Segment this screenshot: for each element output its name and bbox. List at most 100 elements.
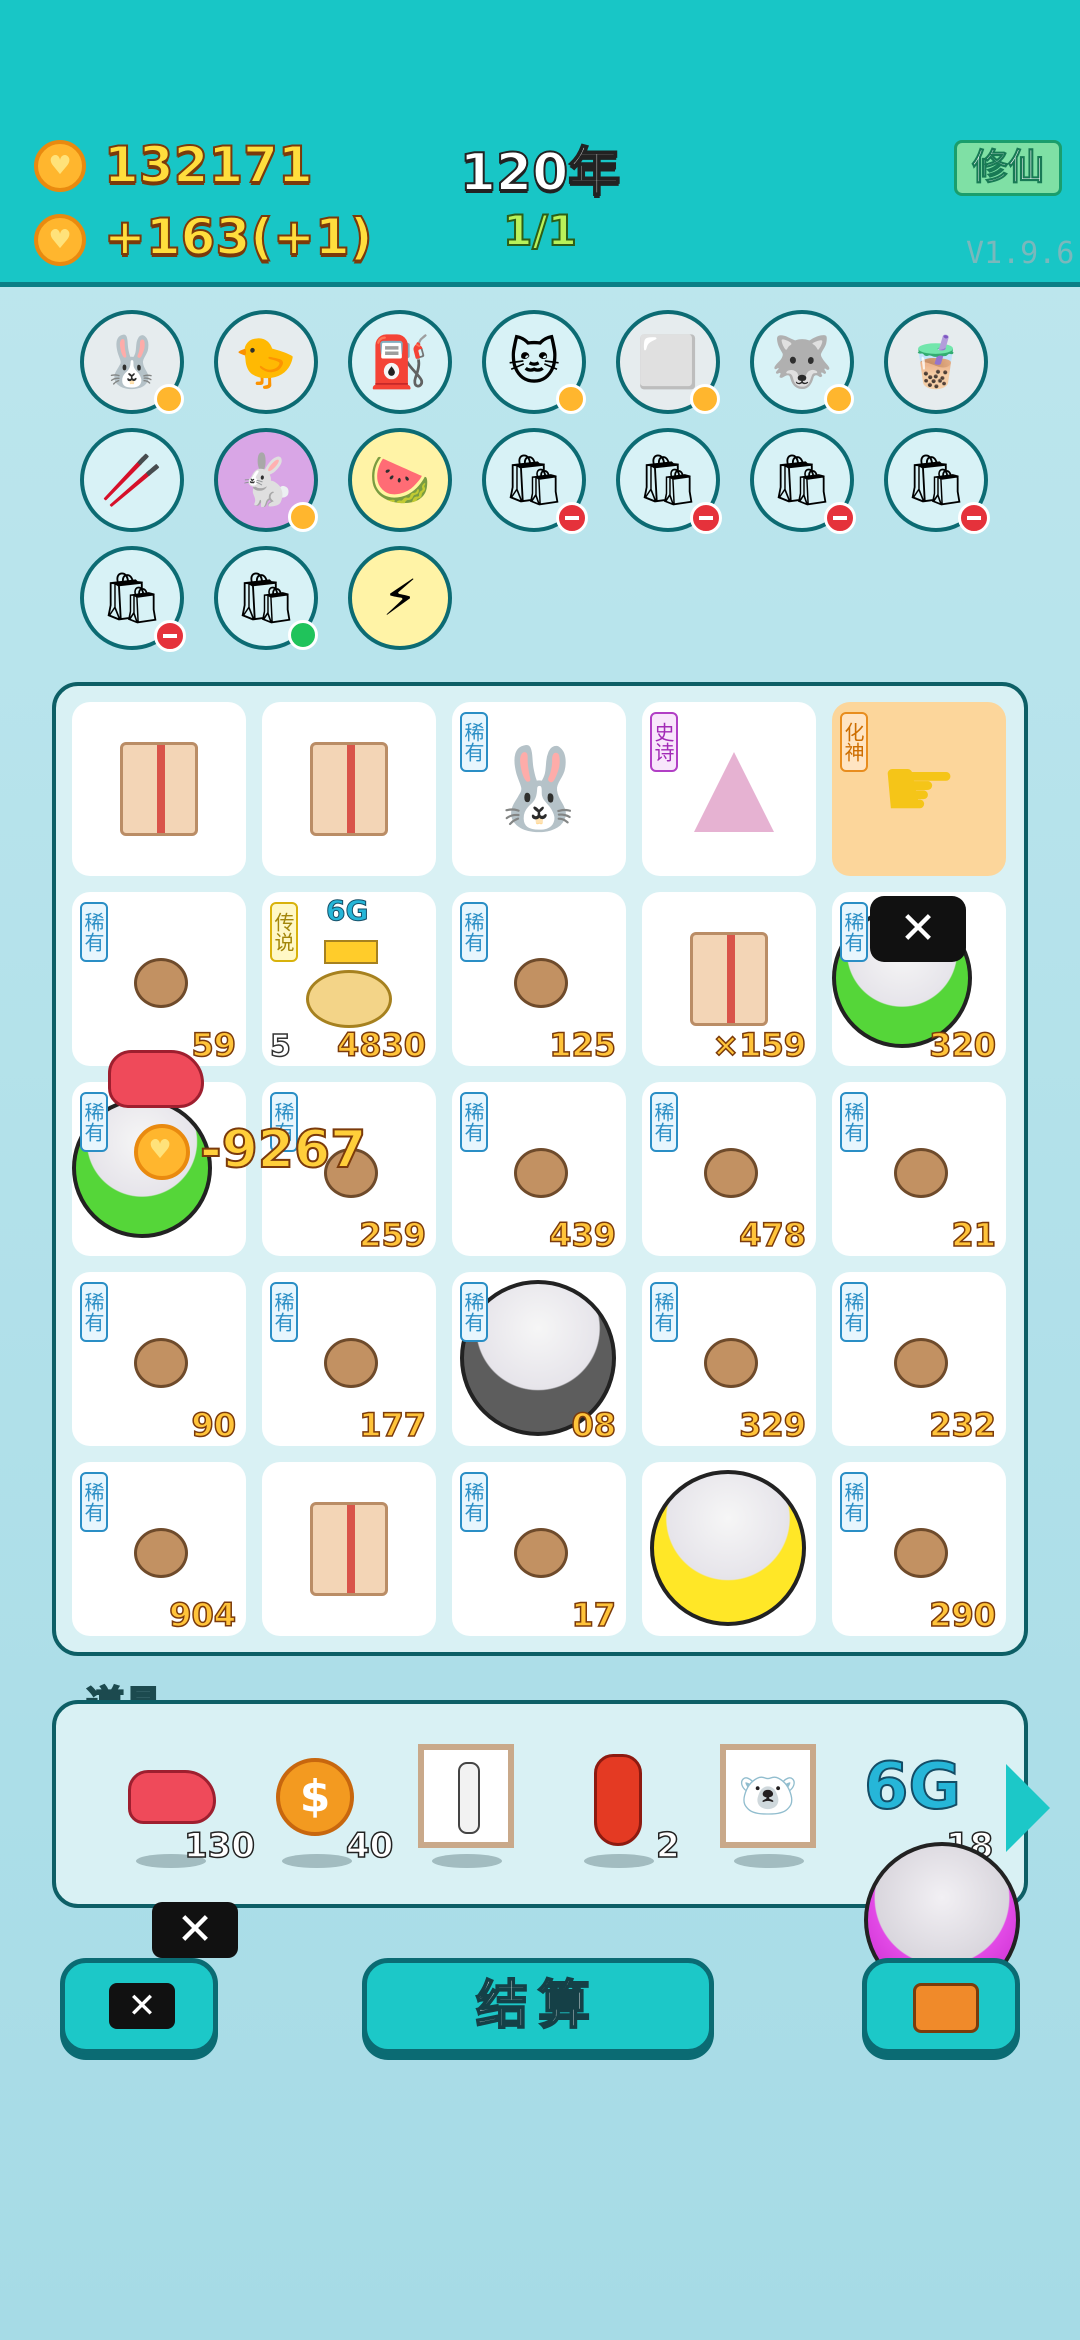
rabbit-house-icon [694,752,774,832]
board-cell[interactable]: 稀有 90 [72,1272,246,1446]
rarity-tag: 传说 [270,902,298,962]
chili-icon[interactable] [594,1754,642,1846]
board-cell[interactable]: ×159 [642,892,816,1066]
potato-icon [704,1148,758,1198]
cat-card-icon[interactable]: 🐻‍❄️ [720,1744,816,1848]
briefcase-icon [913,1983,979,2033]
rarity-tag: 化神 [840,712,868,772]
rarity-tag: 稀有 [80,1282,108,1342]
cell-count: 232 [928,1405,996,1445]
board-cell[interactable]: 稀有 232 [832,1272,1006,1446]
board-cell[interactable] [262,1462,436,1636]
potato-icon [894,1148,948,1198]
liver-icon[interactable] [128,1770,216,1824]
heart-badge-icon [556,384,586,414]
bag-button[interactable] [862,1958,1020,2054]
board-cell[interactable]: 稀有 478 [642,1082,816,1256]
dollar-coin-icon[interactable]: $ [276,1758,354,1836]
box-icon [690,932,768,1026]
exit-x-icon: ✕ [109,1983,175,2029]
golden-potato-icon [306,970,392,1028]
cell-count: 259 [358,1215,426,1255]
collection-slot[interactable]: 🧋 [884,310,988,414]
potato-icon [514,1148,568,1198]
rarity-tag: 稀有 [460,1472,488,1532]
rarity-tag: 稀有 [460,712,488,772]
rarity-tag: 稀有 [460,902,488,962]
minus-badge-icon [824,502,856,534]
collection-slot[interactable]: 🥢 [80,428,184,532]
remote-card-icon[interactable] [418,1744,514,1848]
collection-slot[interactable]: 🍉 [348,428,452,532]
cell-count: 21 [951,1215,997,1255]
cell-count: 329 [738,1405,806,1445]
potato-icon [514,1528,568,1578]
item-count: 40 [345,1825,394,1867]
potato-icon [324,1338,378,1388]
board-cell[interactable]: 稀有 21 [832,1082,1006,1256]
heart-badge-icon [154,384,184,414]
exit-button[interactable]: ✕ [60,1958,218,2054]
board-cell[interactable]: ☛ 化神 [832,702,1006,876]
collection-slot[interactable]: ⚡ [348,546,452,650]
yellow-ball-icon [650,1470,806,1626]
coin-icon [34,140,86,192]
minus-badge-icon [154,620,186,652]
6g-icon[interactable]: 6G [863,1749,962,1825]
board-cell[interactable] [72,702,246,876]
board-cell[interactable]: 6G 传说 4830 5 [262,892,436,1066]
cell-count: 290 [928,1595,996,1635]
collection-slot[interactable]: 🐤 [214,310,318,414]
potato-icon [514,958,568,1008]
potato-icon [894,1338,948,1388]
board-cell[interactable]: 稀有 08 [452,1272,626,1446]
cell-level: 5 [269,1028,291,1065]
cell-count: 904 [168,1595,236,1635]
coin-income: +163(+1) [103,207,374,267]
board-cell[interactable]: 稀有 439 [452,1082,626,1256]
rarity-tag: 稀有 [840,1472,868,1532]
cell-count: ×159 [712,1025,807,1065]
board-cell[interactable]: 稀有 59 [72,892,246,1066]
settle-button[interactable]: 结算 [362,1958,714,2054]
top-bar: 132171 +163(+1) 120年 1/1 修仙 V1.9.6 [0,0,1080,287]
settle-label: 结算 [475,1975,600,2037]
coin-change-popup: -9267 [199,1119,367,1181]
potato-icon [134,1338,188,1388]
liver-popup-icon [108,1050,204,1108]
board-cell[interactable] [262,702,436,876]
version-label: V1.9.6 [966,236,1075,271]
board-cell[interactable]: 稀有 17 [452,1462,626,1636]
fruit-platter-icon: 🍉 [368,451,432,509]
next-items-arrow-icon[interactable] [1006,1764,1050,1852]
box-icon [310,742,388,836]
board-cell[interactable]: 稀有 329 [642,1272,816,1446]
board-cell[interactable]: 🐰 稀有 [452,702,626,876]
collection-slot[interactable]: ⛽ [348,310,452,414]
rarity-tag: 稀有 [80,902,108,962]
board-cell[interactable]: 稀有 177 [262,1272,436,1446]
board-cell[interactable]: 稀有 290 [832,1462,1006,1636]
board-cell[interactable]: 史诗 [642,702,816,876]
item-count: 130 [183,1825,255,1867]
cell-count: 439 [548,1215,616,1255]
heart-badge-icon [288,502,318,532]
cell-count: 478 [738,1215,806,1255]
golden-potato-label: 6G [325,894,369,928]
cultivation-mode-button[interactable]: 修仙 [954,140,1062,196]
board-cell[interactable]: 稀有 125 [452,892,626,1066]
potato-icon [704,1338,758,1388]
close-bubble-icon[interactable]: ✕ [870,896,966,962]
close-tag-icon[interactable]: ✕ [152,1902,238,1958]
cell-count: 125 [548,1025,616,1065]
potato-icon [134,1528,188,1578]
cell-count: 4830 [336,1025,427,1065]
board-cell[interactable]: 稀有 904 [72,1462,246,1636]
heart-badge-icon [690,384,720,414]
heart-badge-icon [824,384,854,414]
rarity-tag: 稀有 [840,1092,868,1152]
board-cell[interactable] [642,1462,816,1636]
rarity-tag: 稀有 [270,1282,298,1342]
item-board: 🐰 稀有 史诗 ☛ 化神 稀有 59 6G 传说 4830 5 稀有 125 ×159 稀有 320 稀有 稀有 2… [52,682,1028,1656]
cell-count: 90 [191,1405,237,1445]
